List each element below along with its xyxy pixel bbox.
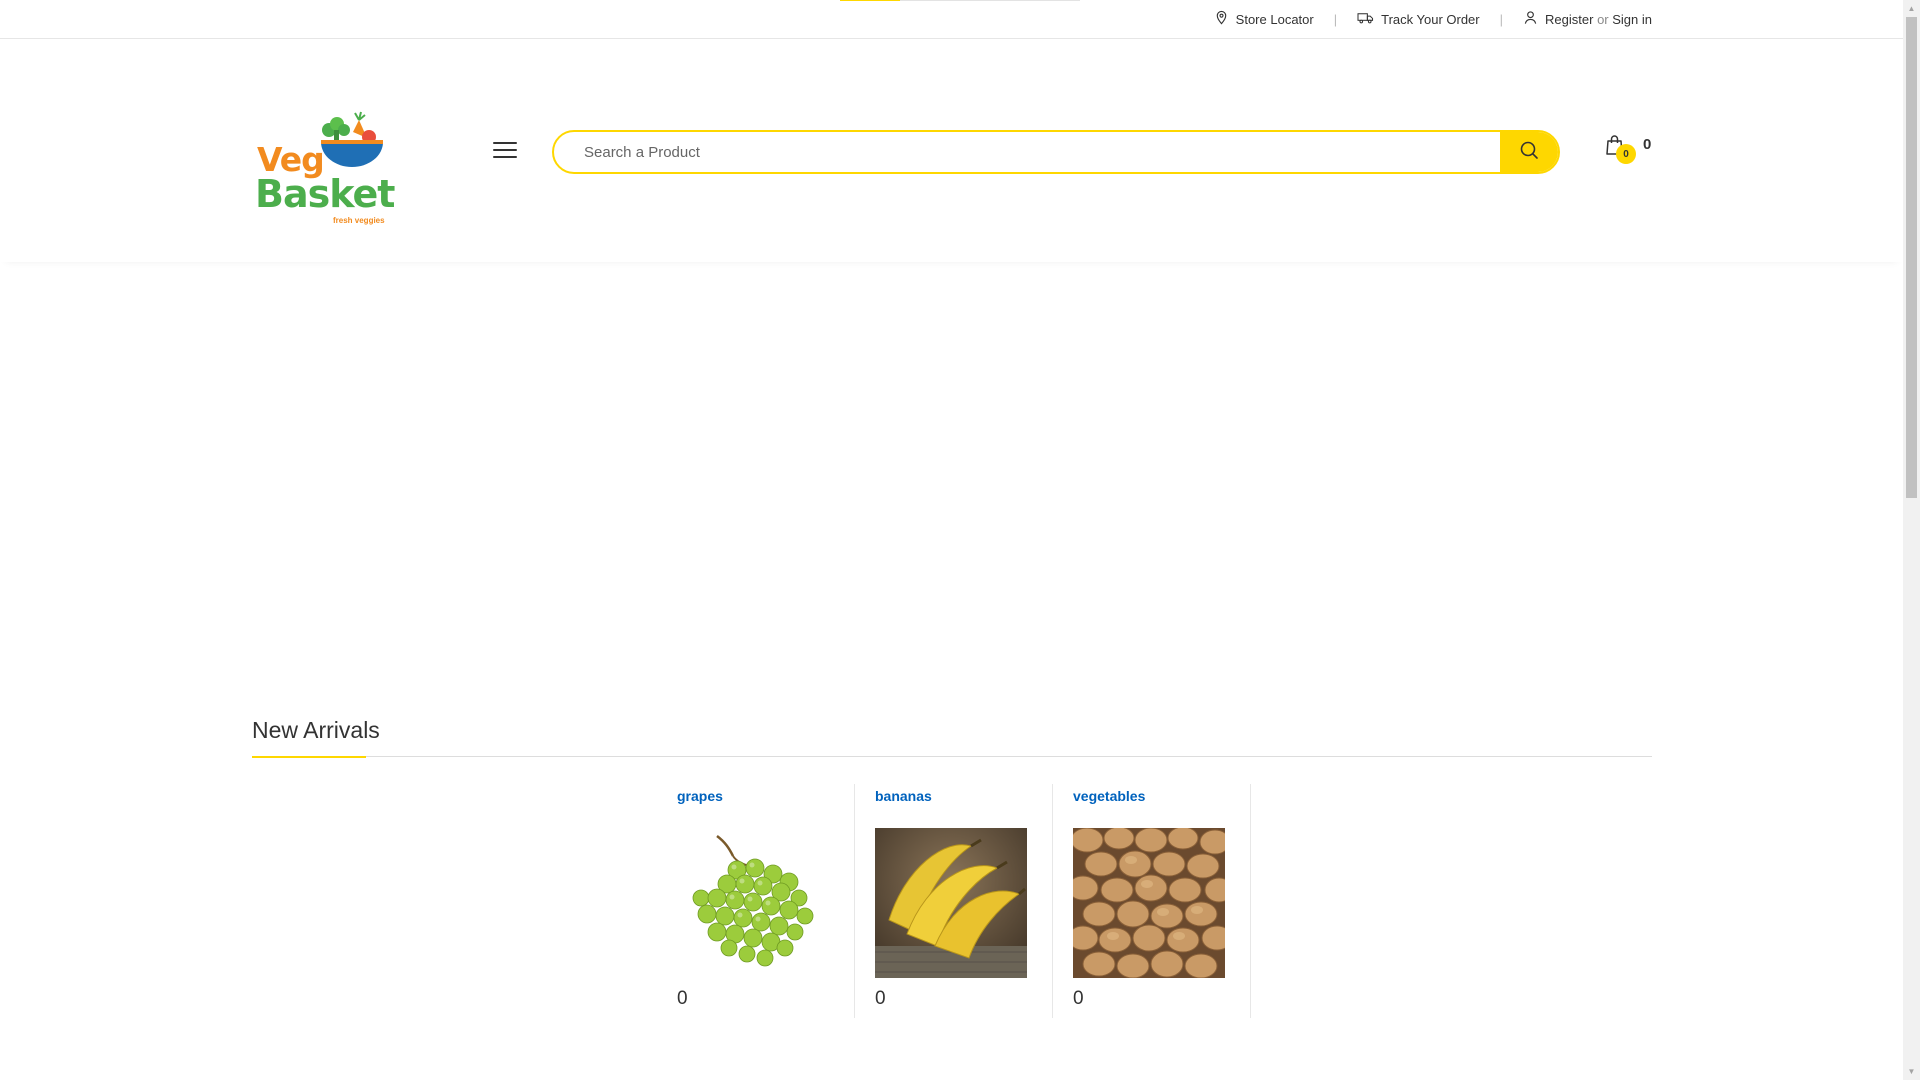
vertical-scrollbar[interactable]: ▲ ▼ [1903, 0, 1920, 1080]
cart-button[interactable]: 0 0 [1605, 130, 1655, 164]
map-pin-icon [1214, 10, 1229, 28]
truck-icon [1357, 10, 1374, 28]
track-order-link[interactable]: Track Your Order [1357, 10, 1480, 28]
separator: | [1499, 11, 1504, 27]
search-button[interactable] [1500, 132, 1558, 172]
menu-icon[interactable] [493, 142, 517, 160]
scrollbar-thumb[interactable] [1906, 17, 1917, 498]
product-image-bananas[interactable] [875, 828, 1027, 978]
top-links: Store Locator | Track Your Order | Regis… [1214, 0, 1652, 38]
product-price: 0 [1073, 988, 1084, 1009]
page-load-progress [840, 0, 1080, 1]
product-price: 0 [677, 988, 688, 1009]
scroll-down-icon[interactable]: ▼ [1903, 1063, 1920, 1080]
user-icon [1523, 10, 1538, 28]
product-name-link[interactable]: vegetables [1073, 788, 1145, 804]
logo-tagline: fresh veggies [333, 216, 385, 225]
cart-total: 0 [1643, 136, 1652, 153]
search-bar [552, 130, 1560, 174]
product-image-vegetables[interactable] [1073, 828, 1225, 978]
or-text: or [1597, 11, 1609, 27]
new-arrivals-header: New Arrivals [252, 711, 1652, 758]
search-icon [1519, 140, 1539, 165]
cart-count-badge: 0 [1616, 144, 1636, 164]
separator: | [1333, 11, 1338, 27]
scroll-up-icon[interactable]: ▲ [1903, 0, 1920, 17]
register-link[interactable]: Register [1545, 12, 1593, 27]
product-card: bananas 0 [855, 784, 1053, 1018]
product-name-link[interactable]: grapes [677, 788, 723, 804]
site-logo[interactable]: Veg Basket fresh veggies [255, 110, 400, 225]
account-links: Register or Sign in [1523, 10, 1652, 28]
track-order-label: Track Your Order [1381, 11, 1480, 27]
logo-text-basket: Basket [255, 172, 395, 216]
product-name-link[interactable]: bananas [875, 788, 932, 804]
store-locator-label: Store Locator [1235, 11, 1314, 27]
product-price: 0 [875, 988, 886, 1009]
veg-bowl-icon [321, 111, 383, 167]
site-header: Veg Basket fresh veggies 0 0 [0, 38, 1903, 262]
store-locator-link[interactable]: Store Locator [1214, 10, 1314, 28]
product-list: grapes 0 bananas 0 vegetables 0 [657, 784, 1251, 1018]
page: Store Locator | Track Your Order | Regis… [0, 0, 1903, 1080]
product-image-grapes[interactable] [677, 828, 829, 978]
top-bar: Store Locator | Track Your Order | Regis… [0, 0, 1903, 39]
section-title: New Arrivals [252, 717, 380, 743]
search-input[interactable] [554, 132, 1500, 172]
product-card: vegetables 0 [1053, 784, 1251, 1018]
sign-in-link[interactable]: Sign in [1612, 12, 1652, 27]
product-card: grapes 0 [657, 784, 855, 1018]
section-title-underline [252, 756, 366, 758]
